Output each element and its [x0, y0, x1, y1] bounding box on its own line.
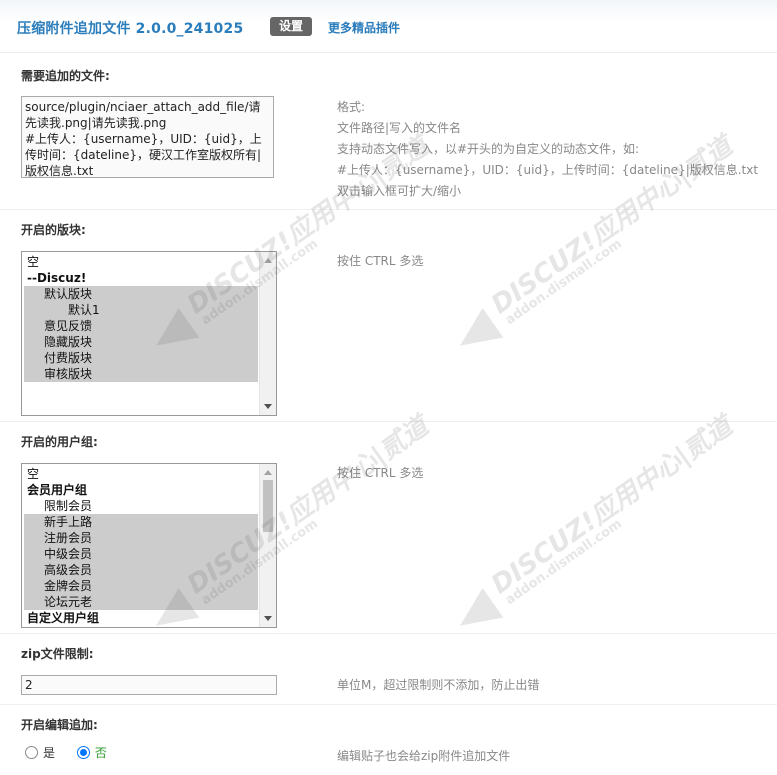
forums-option[interactable]: 隐藏版块 — [24, 334, 258, 350]
usergroups-hint: 按住 CTRL 多选 — [337, 466, 424, 480]
forums-option[interactable]: 默认版块 — [24, 286, 258, 302]
forums-select[interactable]: 空 --Discuz! 默认版块 默认1 意见反馈 隐藏版块 付费版块 审核版块 — [21, 251, 277, 416]
files-hint-line: #上传人：{username}，UID：{uid}，上传时间：{dateline… — [337, 163, 759, 177]
usergroups-option[interactable]: 金牌会员 — [24, 578, 258, 594]
zip-limit-label: zip文件限制: — [21, 647, 94, 661]
files-hint-line: 支持动态文件写入，以#开头的为自定义的动态文件，如: — [337, 142, 640, 156]
divider — [0, 209, 777, 210]
forums-options: 空 --Discuz! 默认版块 默认1 意见反馈 隐藏版块 付费版块 审核版块 — [24, 254, 258, 382]
usergroups-label: 开启的用户组: — [21, 435, 98, 449]
divider — [0, 704, 777, 705]
usergroups-select[interactable]: 空会员用户组 限制会员 新手上路 注册会员 中级会员 高级会员 金牌会员 论坛元老 自定义用户组 — [21, 463, 277, 628]
scroll-thumb[interactable] — [263, 480, 273, 532]
edit-append-radios: 是 否 — [25, 744, 125, 761]
forums-option[interactable]: 意见反馈 — [24, 318, 258, 334]
settings-button[interactable]: 设置 — [270, 17, 313, 36]
usergroups-option[interactable]: 高级会员 — [24, 562, 258, 578]
radio-yes-label[interactable]: 是 — [43, 746, 55, 760]
files-hint-line: 格式: — [337, 100, 366, 114]
zip-limit-hint: 单位M，超过限制则不添加，防止出错 — [337, 678, 540, 692]
plugin-title: 压缩附件追加文件 2.0.0_241025 — [17, 21, 244, 37]
usergroups-scrollbar[interactable] — [259, 464, 276, 627]
scroll-down-icon[interactable] — [264, 616, 272, 621]
forums-scrollbar[interactable] — [259, 252, 276, 415]
usergroups-option[interactable]: 新手上路 — [24, 514, 258, 530]
files-hint: 格式: 文件路径|写入的文件名 支持动态文件写入，以#开头的为自定义的动态文件，… — [337, 97, 758, 202]
forums-option[interactable]: --Discuz! — [24, 270, 258, 286]
usergroups-option[interactable]: 论坛元老 — [24, 594, 258, 610]
watermark-sub: addon.dismall.com — [502, 516, 625, 609]
scroll-up-icon[interactable] — [264, 470, 272, 475]
watermark-main: DISCUZ!应用中心|贰道 — [486, 411, 739, 601]
usergroups-options: 空会员用户组 限制会员 新手上路 注册会员 中级会员 高级会员 金牌会员 论坛元老 自定义用户组 — [24, 466, 258, 626]
radio-yes[interactable] — [25, 746, 38, 759]
divider — [0, 421, 777, 422]
forums-hint: 按住 CTRL 多选 — [337, 254, 424, 268]
top-bar: 压缩附件追加文件 2.0.0_241025 设置 更多精品插件 — [0, 0, 777, 53]
files-hint-line: 文件路径|写入的文件名 — [337, 121, 462, 135]
divider — [0, 633, 777, 634]
zip-limit-input[interactable] — [21, 675, 277, 695]
forums-option[interactable]: 空 — [24, 254, 258, 270]
scroll-up-icon[interactable] — [264, 258, 272, 263]
edit-append-hint: 编辑贴子也会给zip附件追加文件 — [337, 749, 511, 763]
usergroups-option[interactable]: 自定义用户组 — [24, 610, 258, 626]
usergroups-option[interactable]: 限制会员 — [24, 498, 258, 514]
radio-no[interactable] — [76, 746, 90, 759]
files-hint-line: 双击输入框可扩大/缩小 — [337, 184, 462, 198]
usergroups-option[interactable]: 空 — [24, 466, 258, 482]
forums-option[interactable]: 付费版块 — [24, 350, 258, 366]
forums-option[interactable]: 默认1 — [24, 302, 258, 318]
files-label: 需要追加的文件: — [21, 69, 110, 83]
files-textarea[interactable]: source/plugin/nciaer_attach_add_file/请先读… — [21, 96, 274, 178]
more-plugins-link[interactable]: 更多精品插件 — [328, 19, 400, 36]
usergroups-option[interactable]: 会员用户组 — [24, 482, 258, 498]
scroll-down-icon[interactable] — [264, 404, 272, 409]
edit-append-label: 开启编辑追加: — [21, 718, 98, 732]
watermark-logo-icon — [449, 307, 504, 361]
forums-option[interactable]: 审核版块 — [24, 366, 258, 382]
watermark: DISCUZ!应用中心|贰道 addon.dismall.com — [416, 411, 738, 687]
forums-label: 开启的版块: — [21, 223, 86, 237]
radio-no-label[interactable]: 否 — [95, 746, 107, 760]
watermark-sub: addon.dismall.com — [502, 236, 625, 329]
usergroups-option[interactable]: 注册会员 — [24, 530, 258, 546]
usergroups-option[interactable]: 中级会员 — [24, 546, 258, 562]
